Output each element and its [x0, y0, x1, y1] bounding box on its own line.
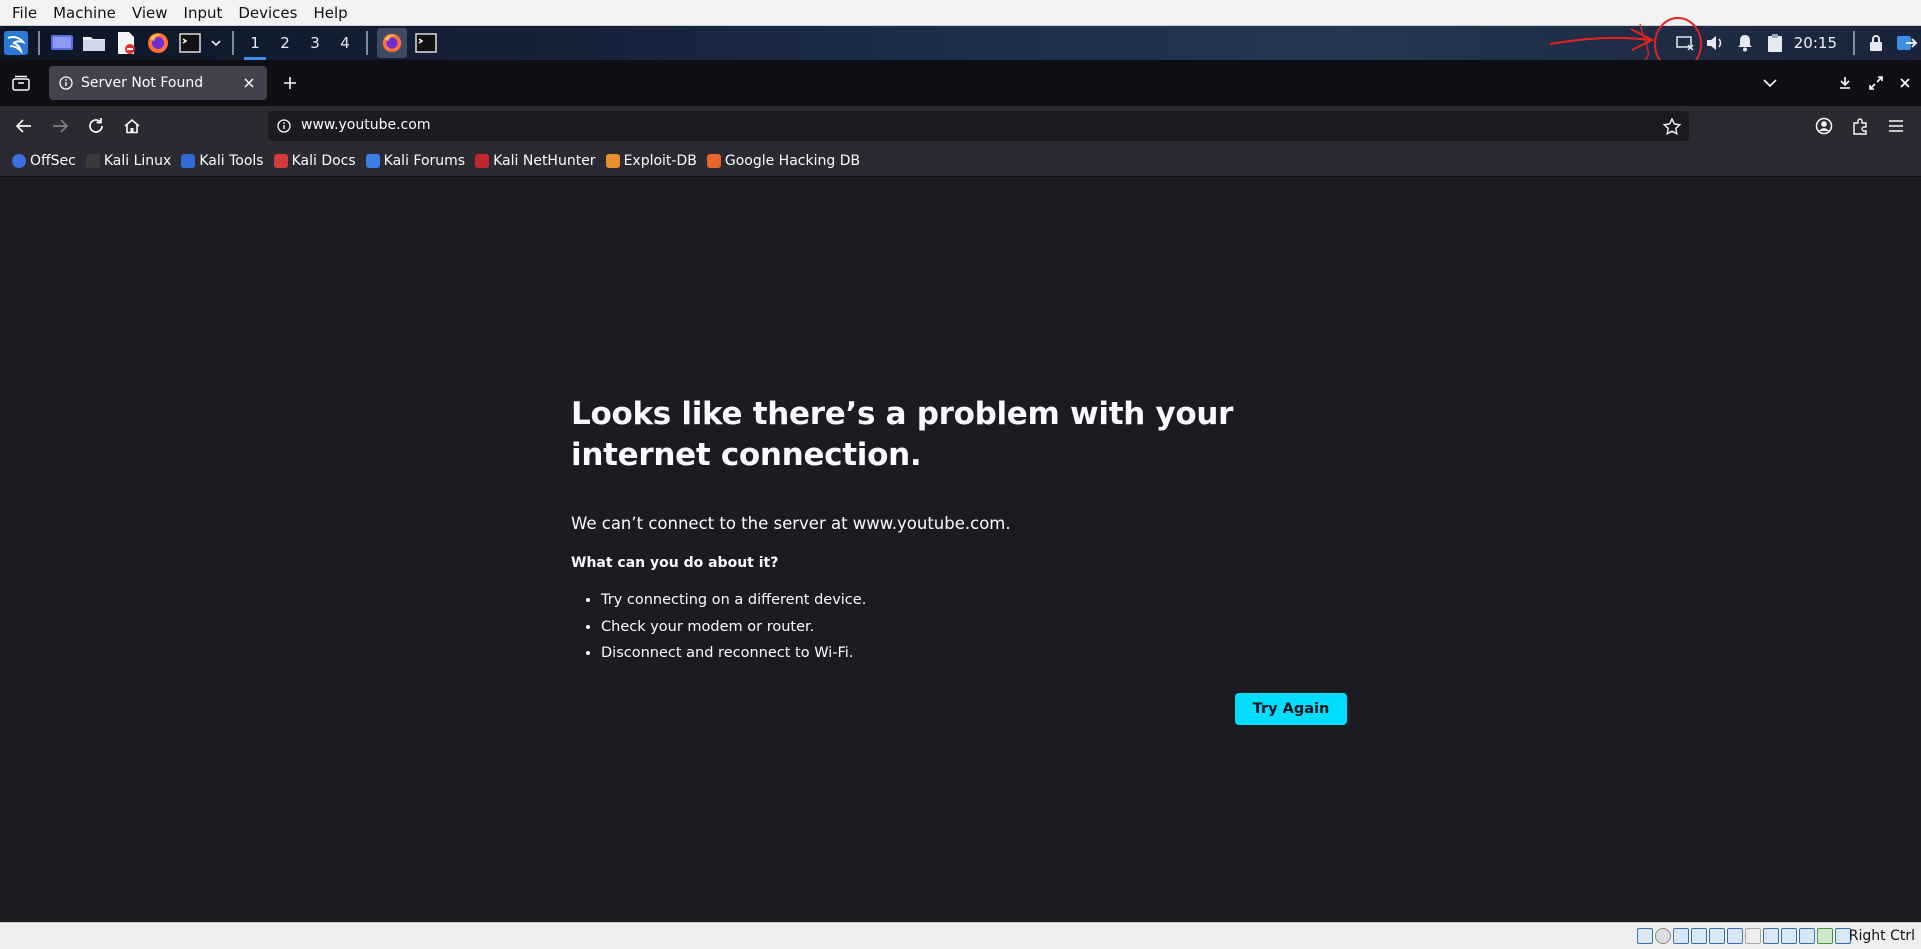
workspace-1[interactable]: 1 — [240, 26, 270, 60]
menu-machine[interactable]: Machine — [45, 4, 124, 22]
tab-overview-icon[interactable] — [8, 70, 34, 96]
error-description: We can’t connect to the server at www.yo… — [571, 514, 1011, 533]
firefox-window-icon[interactable] — [377, 28, 407, 58]
account-icon[interactable] — [1811, 113, 1837, 139]
workspace-2[interactable]: 2 — [270, 26, 300, 60]
bookmarks-toolbar: OffSec Kali Linux Kali Tools Kali Docs K… — [0, 145, 1921, 177]
bookmark-kali-nethunter[interactable]: Kali NetHunter — [475, 153, 596, 169]
site-info-icon[interactable] — [277, 119, 291, 133]
terminal-launcher-icon[interactable] — [177, 30, 203, 56]
clock[interactable]: 20:15 — [1790, 34, 1847, 52]
volume-icon[interactable] — [1700, 26, 1730, 60]
minimize-window-icon[interactable] — [1832, 70, 1858, 96]
error-container: Looks like there’s a problem with your i… — [571, 394, 1351, 667]
panel-separator — [38, 31, 40, 55]
text-editor-icon[interactable] — [113, 30, 139, 56]
panel-separator — [1853, 31, 1855, 55]
nethunter-icon — [475, 153, 490, 168]
kali-docs-icon — [273, 153, 288, 168]
bookmark-kali-linux[interactable]: Kali Linux — [85, 153, 171, 169]
kali-tools-icon — [181, 153, 196, 168]
vbox-menu-bar: File Machine View Input Devices Help — [0, 0, 1921, 26]
forward-arrow-icon[interactable] — [47, 113, 73, 139]
hamburger-menu-icon[interactable] — [1883, 113, 1909, 139]
close-tab-icon[interactable] — [239, 73, 259, 93]
bookmark-google-hacking-db[interactable]: Google Hacking DB — [706, 153, 860, 169]
audio-icon[interactable] — [1673, 928, 1689, 944]
back-arrow-icon[interactable] — [11, 113, 37, 139]
mouse-integration-icon[interactable] — [1817, 928, 1833, 944]
bookmark-exploit-db[interactable]: Exploit-DB — [605, 153, 697, 169]
tips-list: Try connecting on a different device. Ch… — [601, 587, 1351, 667]
list-all-tabs-chevron-icon[interactable] — [1757, 70, 1783, 96]
error-question: What can you do about it? — [571, 555, 779, 571]
system-tray: 20:15 — [1670, 26, 1921, 60]
shared-folders-icon[interactable] — [1727, 928, 1743, 944]
panel-separator — [232, 31, 234, 55]
bookmark-kali-docs[interactable]: Kali Docs — [273, 153, 356, 169]
kali-top-panel: 1 2 3 4 20:15 — [0, 17, 1921, 71]
list-item: Disconnect and reconnect to Wi-Fi. — [601, 640, 1351, 667]
menu-file[interactable]: File — [4, 4, 45, 22]
network-icon[interactable] — [1691, 928, 1707, 944]
bookmark-offsec[interactable]: OffSec — [12, 153, 76, 169]
file-manager-icon[interactable] — [81, 30, 107, 56]
extensions-puzzle-icon[interactable] — [1847, 113, 1873, 139]
network-disconnected-icon[interactable] — [1670, 26, 1700, 60]
optical-drive-icon[interactable] — [1655, 928, 1671, 944]
notifications-bell-icon[interactable] — [1730, 26, 1760, 60]
new-tab-plus-icon[interactable] — [277, 70, 303, 96]
lock-screen-icon[interactable] — [1861, 26, 1891, 60]
kali-menu-icon[interactable] — [3, 30, 29, 56]
workspace-4[interactable]: 4 — [330, 26, 360, 60]
page-content: Looks like there’s a problem with your i… — [0, 178, 1921, 922]
virtualization-icon[interactable] — [1799, 928, 1815, 944]
try-again-button[interactable]: Try Again — [1235, 693, 1347, 725]
desktop-icon[interactable] — [49, 30, 75, 56]
usb-icon[interactable] — [1709, 928, 1725, 944]
list-item: Check your modem or router. — [601, 614, 1351, 641]
workspace-3[interactable]: 3 — [300, 26, 330, 60]
hard-disk-icon[interactable] — [1637, 928, 1653, 944]
menu-help[interactable]: Help — [305, 4, 355, 22]
exploit-db-icon — [605, 153, 620, 168]
bookmark-kali-forums[interactable]: Kali Forums — [365, 153, 465, 169]
home-icon[interactable] — [119, 113, 145, 139]
ghdb-icon — [706, 153, 721, 168]
firefox-launcher-icon[interactable] — [145, 30, 171, 56]
cpu-icon[interactable] — [1781, 928, 1797, 944]
menu-view[interactable]: View — [124, 4, 176, 22]
logout-icon[interactable] — [1891, 26, 1921, 60]
list-item: Try connecting on a different device. — [601, 587, 1351, 614]
menu-devices[interactable]: Devices — [230, 4, 305, 22]
reload-icon[interactable] — [83, 113, 109, 139]
chevron-down-icon[interactable] — [209, 30, 223, 56]
host-key-label: Right Ctrl — [1848, 928, 1915, 944]
info-icon — [59, 76, 73, 90]
terminal-window-icon[interactable] — [413, 30, 439, 56]
vbox-device-icons — [1635, 928, 1851, 944]
panel-separator — [366, 31, 368, 55]
recording-icon[interactable] — [1763, 928, 1779, 944]
close-window-icon[interactable] — [1892, 70, 1918, 96]
menu-input[interactable]: Input — [176, 4, 231, 22]
url-text[interactable]: www.youtube.com — [301, 117, 430, 133]
tab-title: Server Not Found — [81, 75, 204, 91]
tab-server-not-found[interactable]: Server Not Found — [49, 66, 267, 100]
display-icon[interactable] — [1745, 928, 1761, 944]
vbox-status-bar: Right Ctrl — [0, 922, 1921, 949]
error-title: Looks like there’s a problem with your i… — [571, 396, 1234, 473]
offsec-icon — [12, 153, 26, 168]
clipboard-icon[interactable] — [1760, 26, 1790, 60]
url-bar[interactable]: www.youtube.com — [268, 111, 1689, 141]
bookmark-star-icon[interactable] — [1663, 118, 1681, 135]
kali-forums-icon — [365, 153, 380, 168]
virtualbox-window: File Machine View Input Devices Help 1 2… — [0, 0, 1921, 949]
kali-dragon-icon — [85, 153, 100, 168]
navigation-toolbar: www.youtube.com — [0, 106, 1921, 145]
bookmark-kali-tools[interactable]: Kali Tools — [181, 153, 264, 169]
restore-window-icon[interactable] — [1863, 70, 1889, 96]
tab-bar: Server Not Found — [0, 60, 1921, 106]
